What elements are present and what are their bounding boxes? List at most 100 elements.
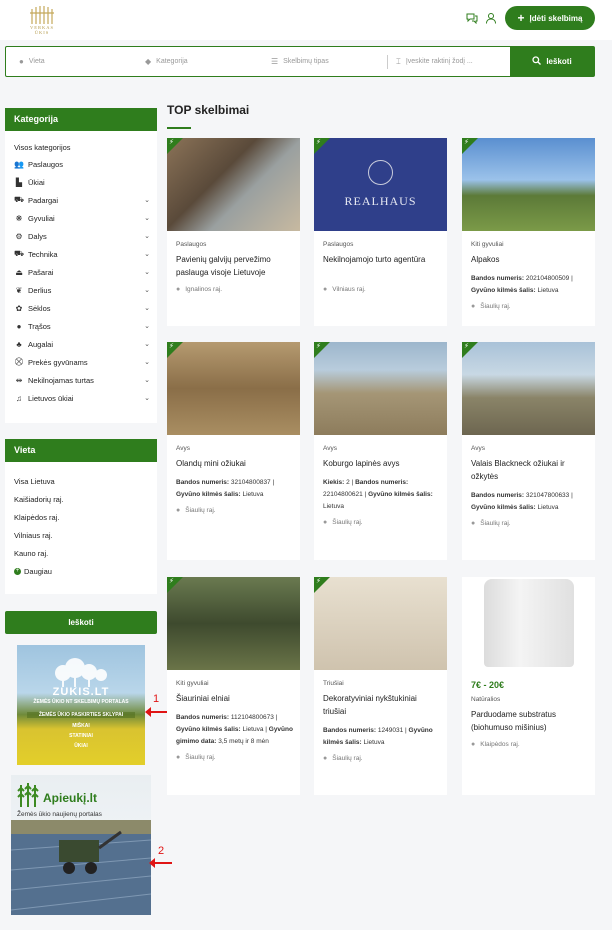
listing-card[interactable]: ⚡ Triušiai Dekoratyviniai nykštukiniai tri… [314, 577, 447, 795]
location-item[interactable]: Visa Lietuva [14, 477, 55, 486]
chevron-down-icon[interactable]: ⌄ [144, 358, 150, 366]
sidebar-item-sėklos[interactable]: ✿ Sėklos ⌄ [14, 302, 150, 314]
listing-title[interactable]: Koburgo lapinės avys [323, 457, 441, 470]
sidebar-item-nekilnojamas-turtas[interactable]: ⇹ Nekilnojamas turtas ⌄ [14, 374, 150, 386]
listing-card[interactable]: ⚡ Avys Koburgo lapinės avys Kiekis: 2 | Ban… [314, 342, 447, 560]
sidebar-item-pašarai[interactable]: ⏏ Pašarai ⌄ [14, 266, 150, 278]
listing-attributes: Bandos numeris: 112104800673 | Gyvūno ki… [176, 712, 296, 748]
sidebar-item-ūkiai[interactable]: ▙ Ūkiai [14, 176, 150, 188]
listing-image[interactable]: ⚡ [167, 342, 300, 435]
listing-location: ● Šiaulių raj. [323, 755, 363, 762]
banner1-line1: ŽEMĖS ŪKIO PASKIRTIES SKLYPAI [27, 712, 135, 718]
add-listing-button[interactable]: + Įdėti skelbimą [505, 6, 595, 30]
listing-title[interactable]: Olandų mini ožiukai [176, 457, 294, 470]
listing-title[interactable]: Šiauriniai elniai [176, 692, 294, 705]
zukis-banner[interactable]: ZUKIS.LT ŽEMĖS ŪKIO NT SKELBIMŲ PORTALAS… [17, 645, 145, 765]
chat-icon[interactable] [466, 12, 478, 25]
sidebar-search-button[interactable]: Ieškoti [5, 611, 157, 634]
sidebar-item-padargai[interactable]: ⛟ Padargai ⌄ [14, 194, 150, 206]
lightning-icon: ⚡ [169, 578, 174, 585]
chevron-down-icon[interactable]: ⌄ [144, 376, 150, 384]
user-icon[interactable] [485, 12, 497, 24]
search-bar: ● Vieta ◆ Kategorija ☰ Skelbimų tipas ⌶ … [5, 46, 595, 77]
category-select[interactable]: ◆ Kategorija [145, 47, 265, 76]
listing-attributes: Bandos numeris: 32104800837 | Gyvūno kil… [176, 477, 296, 501]
sidebar-item-paslaugos[interactable]: 👥 Paslaugos [14, 158, 150, 170]
all-categories-link[interactable]: Visos kategorijos [14, 143, 71, 152]
sidebar-item-trąšos[interactable]: ● Trąšos ⌄ [14, 320, 150, 332]
chevron-down-icon[interactable]: ⌄ [144, 286, 150, 294]
listing-image[interactable]: REALHAUS ⚡ [314, 138, 447, 231]
listing-title[interactable]: Valais Blackneck ožiukai ir ožkytės [471, 457, 589, 483]
listing-card[interactable]: ⚡ Kiti gyvuliai Alpakos Bandos numeris: 202… [462, 138, 595, 326]
location-select[interactable]: ● Vieta [19, 47, 139, 76]
attribute-value: Lietuva [242, 491, 264, 498]
listing-image[interactable]: ⚡ [167, 138, 300, 231]
sidebar-item-label: Nekilnojamas turtas [28, 375, 94, 385]
listing-card[interactable]: ⚡ Avys Olandų mini ožiukai Bandos numeris: … [167, 342, 300, 560]
map-pin-icon: ● [471, 520, 476, 527]
sidebar-item-lietuvos-ūkiai[interactable]: ♫ Lietuvos ūkiai ⌄ [14, 392, 150, 404]
location-item[interactable]: Vilniaus raj. [14, 531, 53, 540]
listing-image[interactable]: ⚡ [167, 577, 300, 670]
type-select[interactable]: ☰ Skelbimų tipas [271, 47, 381, 76]
search-button[interactable]: Ieškoti [510, 47, 594, 76]
listing-location: ● Šiaulių raj. [471, 303, 511, 310]
sidebar-item-technika[interactable]: ⛟ Technika ⌄ [14, 248, 150, 260]
separator: | [270, 479, 275, 486]
listing-image[interactable]: ⚡ [462, 138, 595, 231]
location-item[interactable]: Klaipėdos raj. [14, 513, 59, 522]
listing-title[interactable]: Nekilnojamojo turto agentūra [323, 253, 441, 266]
map-pin-icon: ● [323, 286, 328, 293]
sidebar-item-derlius[interactable]: ❦ Derlius ⌄ [14, 284, 150, 296]
listing-card[interactable]: REALHAUS ⚡ Paslaugos Nekilnojamojo turto ag… [314, 138, 447, 326]
apieuki-banner[interactable]: Apieukį.lt Žemės ūkio naujienų portalas [11, 775, 151, 915]
chevron-down-icon[interactable]: ⌄ [144, 268, 150, 276]
harvester-illustration [11, 820, 151, 915]
listing-card[interactable]: 7€ - 20€ Natūralios Parduodame substratus … [462, 577, 595, 795]
sidebar-item-dalys[interactable]: ⚙ Dalys ⌄ [14, 230, 150, 242]
listing-title[interactable]: Pavienių galvijų pervežimo paslauga viso… [176, 253, 294, 279]
keyword-placeholder: Įveskite raktinį žodį ... [405, 58, 473, 65]
listing-title[interactable]: Alpakos [471, 253, 589, 266]
chevron-down-icon[interactable]: ⌄ [144, 214, 150, 222]
search-button-label: Ieškoti [546, 57, 572, 66]
search-icon [532, 56, 542, 67]
separator: | [569, 492, 573, 499]
sidebar-item-label: Pašarai [28, 267, 54, 277]
keyword-input[interactable]: ⌶ Įveskite raktinį žodį ... [396, 47, 506, 76]
listing-title[interactable]: Dekoratyviniai nykštukiniai triušiai [323, 692, 441, 718]
listing-card[interactable]: ⚡ Paslaugos Pavienių galvijų pervežimo pas… [167, 138, 300, 326]
sidebar-item-label: Paslaugos [28, 159, 64, 169]
chevron-down-icon[interactable]: ⌄ [144, 196, 150, 204]
chevron-down-icon[interactable]: ⌄ [144, 394, 150, 402]
listing-image[interactable]: ⚡ [462, 342, 595, 435]
sidebar-item-prekės-gyvūnams[interactable]: ⛒ Prekės gyvūnams ⌄ [14, 356, 150, 368]
listing-image[interactable]: ⚡ [314, 342, 447, 435]
plus-icon: + [517, 11, 525, 25]
listing-title[interactable]: Parduodame substratus (biohumuso mišiniu… [471, 708, 589, 734]
site-logo[interactable]: VERKAS ŪKIS [22, 4, 62, 35]
annotation-arrow-2 [149, 858, 172, 868]
attribute-value: 22104800621 [323, 491, 363, 498]
sidebar-item-gyvuliai[interactable]: ❋ Gyvuliai ⌄ [14, 212, 150, 224]
chevron-down-icon[interactable]: ⌄ [144, 340, 150, 348]
listing-category: Triušiai [323, 680, 344, 687]
annotation-label-2: 2 [158, 845, 165, 857]
chevron-down-icon[interactable]: ⌄ [144, 232, 150, 240]
listing-category: Paslaugos [176, 241, 207, 248]
more-locations-link[interactable]: + Daugiau [14, 567, 52, 576]
listing-card[interactable]: ⚡ Kiti gyvuliai Šiauriniai elniai Bandos nu… [167, 577, 300, 795]
listing-category: Natūralios [471, 696, 501, 703]
more-label: Daugiau [24, 567, 52, 576]
location-item[interactable]: Kauno raj. [14, 549, 48, 558]
location-item[interactable]: Kaišiadorių raj. [14, 495, 64, 504]
attribute-value: Lietuva [537, 287, 559, 294]
listing-image[interactable] [462, 577, 595, 670]
chevron-down-icon[interactable]: ⌄ [144, 322, 150, 330]
listing-card[interactable]: ⚡ Avys Valais Blackneck ožiukai ir ožkytės… [462, 342, 595, 560]
listing-image[interactable]: ⚡ [314, 577, 447, 670]
chevron-down-icon[interactable]: ⌄ [144, 250, 150, 258]
chevron-down-icon[interactable]: ⌄ [144, 304, 150, 312]
sidebar-item-augalai[interactable]: ♣ Augalai ⌄ [14, 338, 150, 350]
